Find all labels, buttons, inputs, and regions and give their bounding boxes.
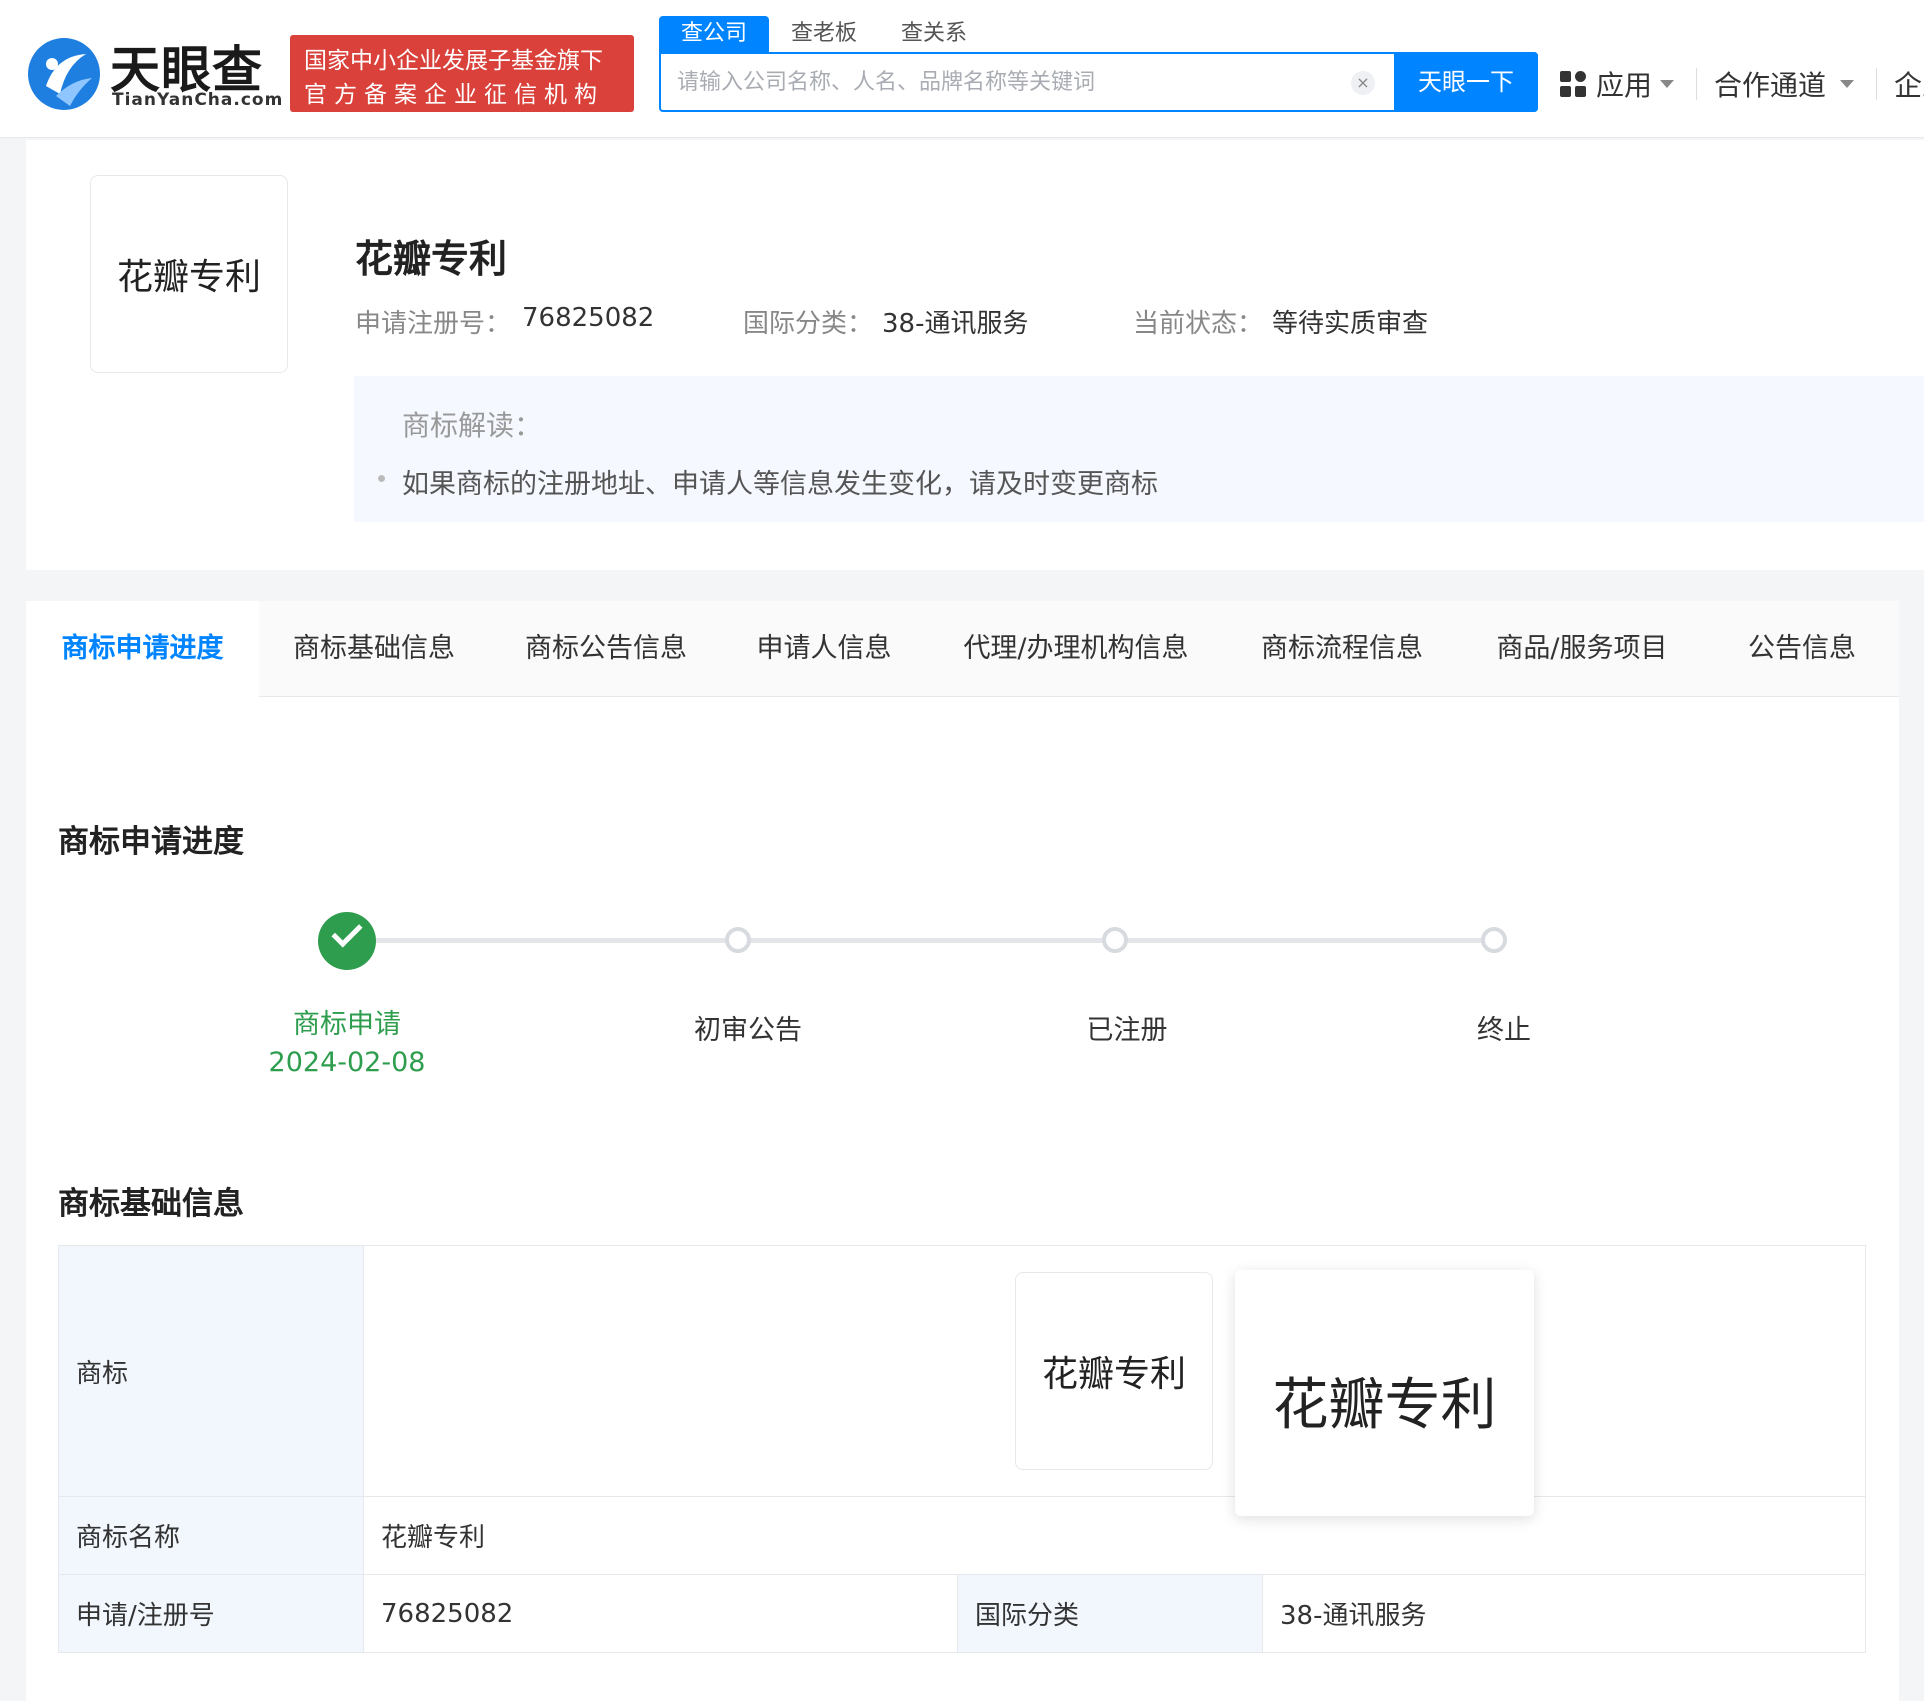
tab-goods-services[interactable]: 商品/服务项目	[1476, 601, 1688, 697]
bullet-dot	[378, 475, 385, 482]
brand-domain: TianYanCha.com	[112, 90, 284, 110]
badge-line2: 官方备案企业征信机构	[304, 82, 604, 108]
trademark-thumbnail-text: 花瓣专利	[1041, 1354, 1186, 1395]
step-label-preliminary: 初审公告	[694, 1015, 802, 1046]
nav-divider	[1876, 68, 1877, 100]
trademark-thumbnail[interactable]: 花瓣专利	[1015, 1272, 1213, 1470]
partner-menu[interactable]: 合作通道	[1714, 64, 1826, 104]
trademark-preview-text: 花瓣专利	[1272, 1373, 1497, 1438]
chevron-down-icon[interactable]	[1840, 80, 1854, 88]
tianyancha-logo-icon[interactable]	[26, 36, 102, 112]
class-row-value: 38-通讯服务	[1262, 1574, 1866, 1653]
certification-badge: 国家中小企业发展子基金旗下 官方备案企业征信机构	[290, 35, 634, 112]
status-label: 当前状态：	[1133, 309, 1264, 339]
basic-info-section-title: 商标基础信息	[58, 1186, 244, 1222]
reg-no-label: 申请注册号：	[355, 309, 512, 339]
intl-class-label: 国际分类：	[743, 309, 874, 339]
reg-row-value: 76825082	[363, 1574, 958, 1653]
name-row-label: 商标名称	[58, 1496, 364, 1575]
name-row-value: 花瓣专利	[363, 1496, 1866, 1575]
search-tab-company[interactable]: 查公司	[659, 16, 769, 52]
interpretation-title: 商标解读：	[402, 409, 543, 442]
progress-track	[348, 938, 1494, 943]
tab-applicant-info[interactable]: 申请人信息	[740, 601, 908, 697]
class-row-label: 国际分类	[957, 1574, 1263, 1653]
trademark-logo-text: 花瓣专利	[116, 257, 261, 298]
search-box: × 天眼一下	[659, 52, 1538, 112]
trademark-zoom-preview: 花瓣专利	[1235, 1270, 1534, 1516]
clear-icon[interactable]: ×	[1351, 71, 1375, 95]
search-input[interactable]	[675, 62, 1335, 102]
tab-announcement-info[interactable]: 商标公告信息	[508, 601, 704, 697]
tab-basic-info[interactable]: 商标基础信息	[276, 601, 472, 697]
step-date-application: 2024-02-08	[268, 1047, 426, 1078]
tab-application-progress[interactable]: 商标申请进度	[26, 601, 259, 698]
trademark-title: 花瓣专利	[355, 237, 508, 281]
tab-notice-info[interactable]: 公告信息	[1724, 601, 1880, 697]
search-tab-boss[interactable]: 查老板	[769, 16, 879, 52]
step-label-terminated: 终止	[1477, 1015, 1531, 1046]
step-label-registered: 已注册	[1086, 1015, 1168, 1046]
reg-no-value: 76825082	[522, 303, 655, 333]
step-pending-icon	[1102, 927, 1128, 953]
nav-divider	[1696, 68, 1697, 100]
reg-row-label: 申请/注册号	[58, 1574, 364, 1653]
step-label-application: 商标申请	[293, 1009, 401, 1040]
intl-class-value: 38-通讯服务	[882, 309, 1029, 339]
trademark-row-label: 商标	[58, 1245, 364, 1497]
search-tab-relation[interactable]: 查关系	[879, 16, 989, 52]
step-pending-icon	[725, 927, 751, 953]
tab-process-info[interactable]: 商标流程信息	[1244, 601, 1440, 697]
status-value: 等待实质审查	[1272, 309, 1429, 339]
search-button[interactable]: 天眼一下	[1394, 52, 1538, 112]
apps-menu[interactable]: 应用	[1596, 64, 1652, 104]
check-icon	[331, 916, 363, 948]
chevron-down-icon[interactable]	[1660, 80, 1674, 88]
tab-agent-info[interactable]: 代理/办理机构信息	[944, 601, 1208, 697]
apps-grid-icon[interactable]	[1559, 70, 1587, 98]
step-complete-icon	[318, 912, 376, 970]
enterprise-menu[interactable]: 企业	[1894, 64, 1924, 104]
step-pending-icon	[1481, 927, 1507, 953]
interpretation-item: 如果商标的注册地址、申请人等信息发生变化，请及时变更商标	[402, 469, 1158, 500]
progress-section-title: 商标申请进度	[58, 824, 244, 860]
trademark-logo-image[interactable]: 花瓣专利	[90, 175, 288, 373]
badge-line1: 国家中小企业发展子基金旗下	[304, 48, 603, 74]
